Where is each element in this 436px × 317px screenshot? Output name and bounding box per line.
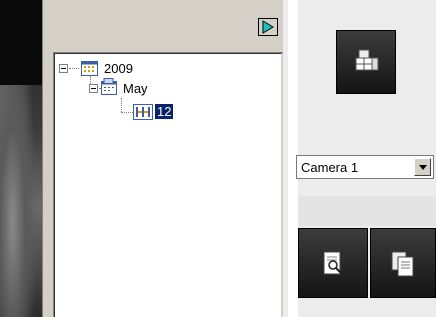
date-tree[interactable]: 2009 May 12 (53, 52, 283, 317)
video-preview (0, 0, 42, 317)
camera-select-value: Camera 1 (301, 160, 359, 175)
toolbar-band (298, 196, 436, 226)
calendar-day-icon (133, 104, 153, 120)
tree-node-year-label: 2009 (104, 61, 133, 76)
chevron-down-icon[interactable] (414, 158, 431, 176)
calendar-year-icon (81, 61, 98, 76)
play-arrow-icon (262, 20, 274, 34)
search-document-icon (323, 251, 342, 275)
tree-node-day-label: 12 (155, 104, 174, 119)
copy-button[interactable] (370, 228, 436, 298)
calendar-month-icon (101, 78, 117, 95)
panel-toggle-button[interactable] (258, 18, 278, 36)
camera-select[interactable]: Camera 1 (296, 155, 434, 179)
layout-button[interactable] (336, 30, 396, 94)
copy-document-icon (391, 251, 414, 277)
search-recording-button[interactable] (298, 228, 368, 298)
collapse-icon[interactable] (59, 64, 68, 73)
collapse-icon[interactable] (89, 84, 98, 93)
tree-node-month-label: May (123, 81, 148, 96)
date-tree-panel: 2009 May 12 (42, 0, 289, 317)
layout-grid-icon (355, 49, 379, 71)
